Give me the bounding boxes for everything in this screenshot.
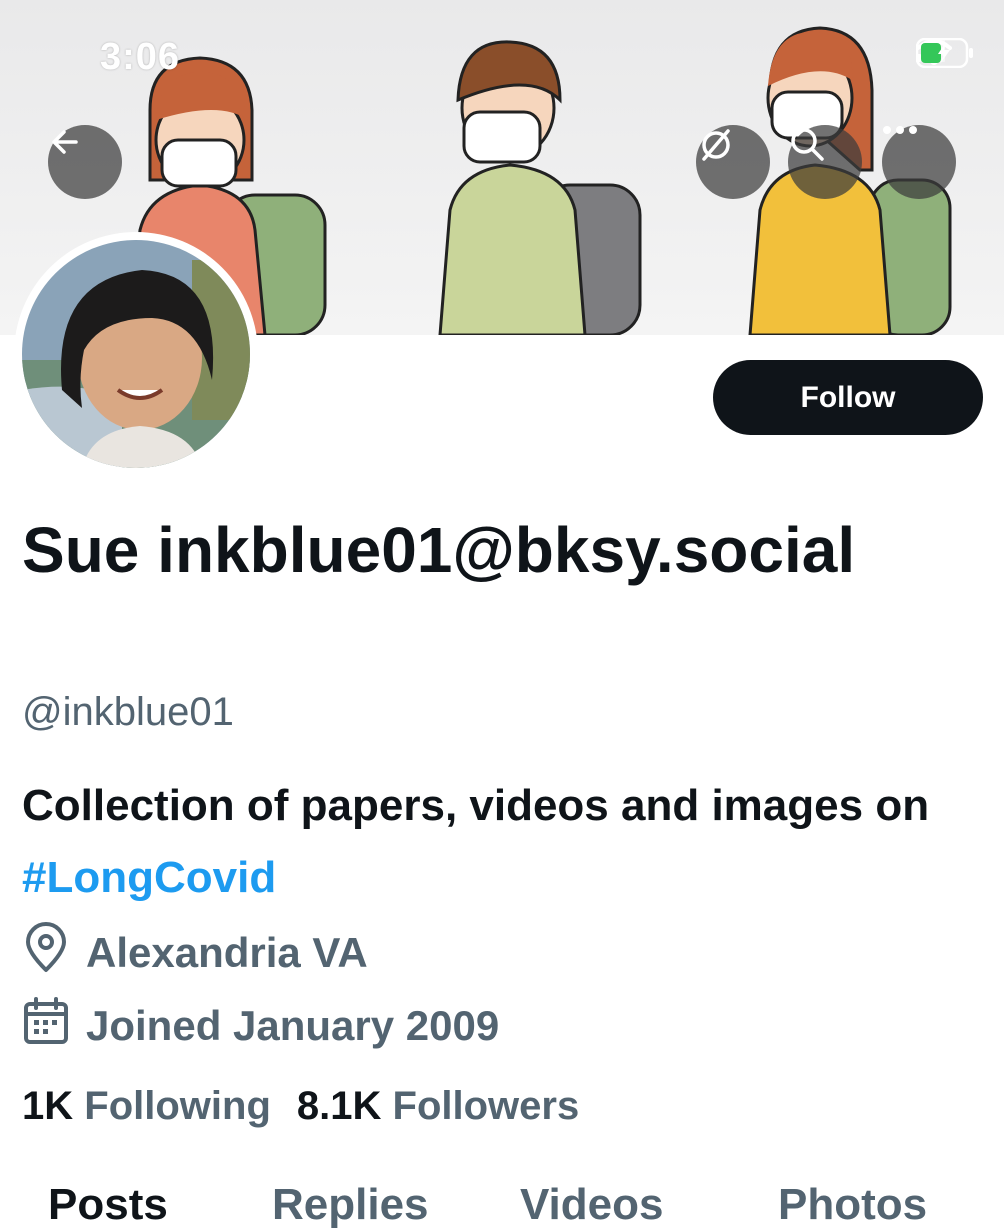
followers-count: 8.1K: [296, 1084, 382, 1128]
status-time: 3:06: [100, 36, 181, 78]
follow-button[interactable]: Follow: [713, 360, 983, 435]
joined-text: Joined January 2009: [86, 1002, 500, 1049]
back-button[interactable]: [48, 125, 122, 199]
tab-videos[interactable]: Videos: [520, 1180, 663, 1230]
following-link[interactable]: 1K Following: [22, 1084, 271, 1129]
followers-label: Followers: [392, 1084, 580, 1128]
hashtag-link[interactable]: #LongCovid: [22, 853, 276, 902]
more-options-button[interactable]: [882, 125, 956, 199]
followers-link[interactable]: 8.1K Followers: [297, 1084, 579, 1129]
calendar-icon: [22, 996, 70, 1056]
following-count: 1K: [22, 1084, 74, 1128]
tab-replies[interactable]: Replies: [272, 1180, 429, 1230]
avatar[interactable]: [14, 232, 258, 476]
bio: Collection of papers, videos and images …: [22, 770, 982, 914]
joined-row: Joined January 2009: [22, 996, 499, 1056]
bio-text: Collection of papers, videos and images …: [22, 781, 930, 830]
search-button[interactable]: [788, 125, 862, 199]
translate-button[interactable]: [696, 125, 770, 199]
handle: @inkblue01: [22, 690, 234, 734]
follow-counts: 1K Following 8.1K Followers: [22, 1084, 579, 1129]
tab-posts[interactable]: Posts: [48, 1180, 168, 1230]
location-text: Alexandria VA: [86, 929, 368, 976]
avatar-photo: [22, 240, 250, 468]
figure-middle: [438, 40, 642, 335]
display-name: Sue inkblue01@bksy.social: [22, 514, 856, 586]
following-label: Following: [84, 1084, 271, 1128]
profile-tabs: Posts Replies Videos Photos: [0, 1180, 1004, 1229]
location-pin-icon: [22, 922, 70, 984]
tab-photos[interactable]: Photos: [778, 1180, 927, 1230]
location-row: Alexandria VA: [22, 922, 368, 984]
